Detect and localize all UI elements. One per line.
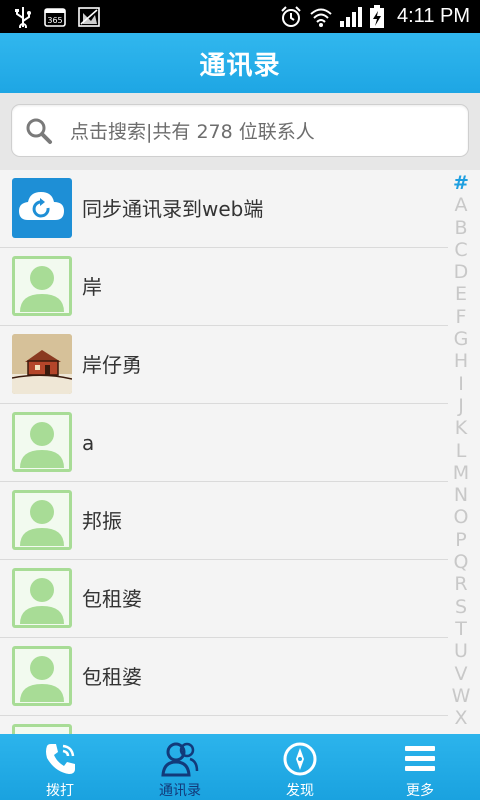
list-item[interactable]: 岸仔勇: [0, 326, 448, 404]
index-letter[interactable]: H: [454, 350, 468, 372]
list-item[interactable]: [0, 716, 448, 734]
list-item[interactable]: a: [0, 404, 448, 482]
tab-label: 更多: [406, 783, 434, 799]
tab-contacts[interactable]: 通讯录: [120, 734, 240, 800]
index-letter[interactable]: X: [454, 707, 467, 729]
index-letter[interactable]: A: [455, 194, 468, 216]
signal-icon: [339, 6, 363, 28]
list-item-label: a: [82, 431, 95, 455]
default-avatar-icon: [12, 646, 72, 706]
index-letter[interactable]: E: [455, 283, 467, 305]
tab-label: 发现: [286, 783, 314, 799]
index-letter[interactable]: F: [456, 306, 467, 328]
list-item[interactable]: 岸: [0, 248, 448, 326]
index-letter[interactable]: R: [454, 573, 467, 595]
index-letter[interactable]: T: [455, 618, 467, 640]
list-item-label: 岸: [82, 275, 102, 299]
index-letter[interactable]: #: [453, 172, 469, 194]
index-letter[interactable]: C: [454, 239, 467, 261]
page-title: 通讯录: [199, 50, 281, 81]
sync-web-item[interactable]: 同步通讯录到web端: [0, 170, 448, 248]
tab-label: 通讯录: [159, 783, 201, 799]
default-avatar-icon: [12, 412, 72, 472]
index-letter[interactable]: D: [454, 261, 469, 283]
compass-icon: [280, 740, 320, 778]
bottom-tab-bar: 拨打 通讯录 发现 更多: [0, 734, 480, 800]
list-item-label: 邦振: [82, 509, 122, 533]
menu-icon: [400, 740, 440, 778]
search-area: 点击搜索|共有 278 位联系人: [0, 93, 480, 170]
list-item[interactable]: 包租婆: [0, 560, 448, 638]
tab-dial[interactable]: 拨打: [0, 734, 120, 800]
house-photo-avatar: [12, 334, 72, 394]
status-time: 4:11 PM: [397, 5, 470, 27]
default-avatar-icon: [12, 568, 72, 628]
battery-charging-icon: [369, 4, 385, 29]
index-letter[interactable]: O: [454, 506, 469, 528]
index-letter[interactable]: Q: [454, 551, 469, 573]
default-avatar-icon: [12, 256, 72, 316]
alarm-icon: [279, 5, 303, 29]
list-item-label: 同步通讯录到web端: [82, 197, 264, 221]
search-icon: [24, 116, 54, 146]
contacts-icon: [160, 740, 200, 778]
tab-label: 拨打: [46, 783, 74, 799]
calendar-365-icon: 365: [44, 6, 66, 28]
contact-list[interactable]: 同步通讯录到web端 岸 岸仔勇 a 邦振 包租婆 包租婆: [0, 170, 480, 734]
tab-more[interactable]: 更多: [360, 734, 480, 800]
phone-dial-icon: [40, 740, 80, 778]
index-letter[interactable]: I: [458, 373, 464, 395]
index-letter[interactable]: N: [454, 484, 468, 506]
index-letter[interactable]: K: [455, 417, 467, 439]
index-letter[interactable]: P: [455, 529, 466, 551]
alphabet-index[interactable]: # A B C D E F G H I J K L M N O P Q R S …: [448, 172, 474, 734]
index-letter[interactable]: S: [455, 596, 467, 618]
index-letter[interactable]: G: [454, 328, 469, 350]
index-letter[interactable]: W: [452, 685, 471, 707]
index-letter[interactable]: J: [458, 395, 464, 417]
calendar-label: 365: [47, 16, 62, 25]
list-item-label: 包租婆: [82, 665, 142, 689]
list-item[interactable]: 邦振: [0, 482, 448, 560]
default-avatar-icon: [12, 490, 72, 550]
status-bar: 365 4:11 PM: [0, 0, 480, 33]
title-bar: 通讯录: [0, 33, 480, 93]
index-letter[interactable]: L: [456, 440, 467, 462]
default-avatar-icon: [12, 724, 72, 734]
cloud-sync-icon: [12, 178, 72, 238]
list-item[interactable]: 包租婆: [0, 638, 448, 716]
list-item-label: 包租婆: [82, 587, 142, 611]
usb-icon: [14, 6, 32, 28]
no-signal-image-icon: [78, 6, 100, 28]
search-placeholder: 点击搜索|共有 278 位联系人: [70, 121, 315, 143]
index-letter[interactable]: U: [454, 640, 468, 662]
index-letter[interactable]: V: [455, 663, 468, 685]
search-input[interactable]: 点击搜索|共有 278 位联系人: [11, 104, 469, 157]
index-letter[interactable]: M: [453, 462, 469, 484]
index-letter[interactable]: B: [454, 217, 467, 239]
wifi-icon: [309, 6, 333, 28]
tab-discover[interactable]: 发现: [240, 734, 360, 800]
list-item-label: 岸仔勇: [82, 353, 142, 377]
